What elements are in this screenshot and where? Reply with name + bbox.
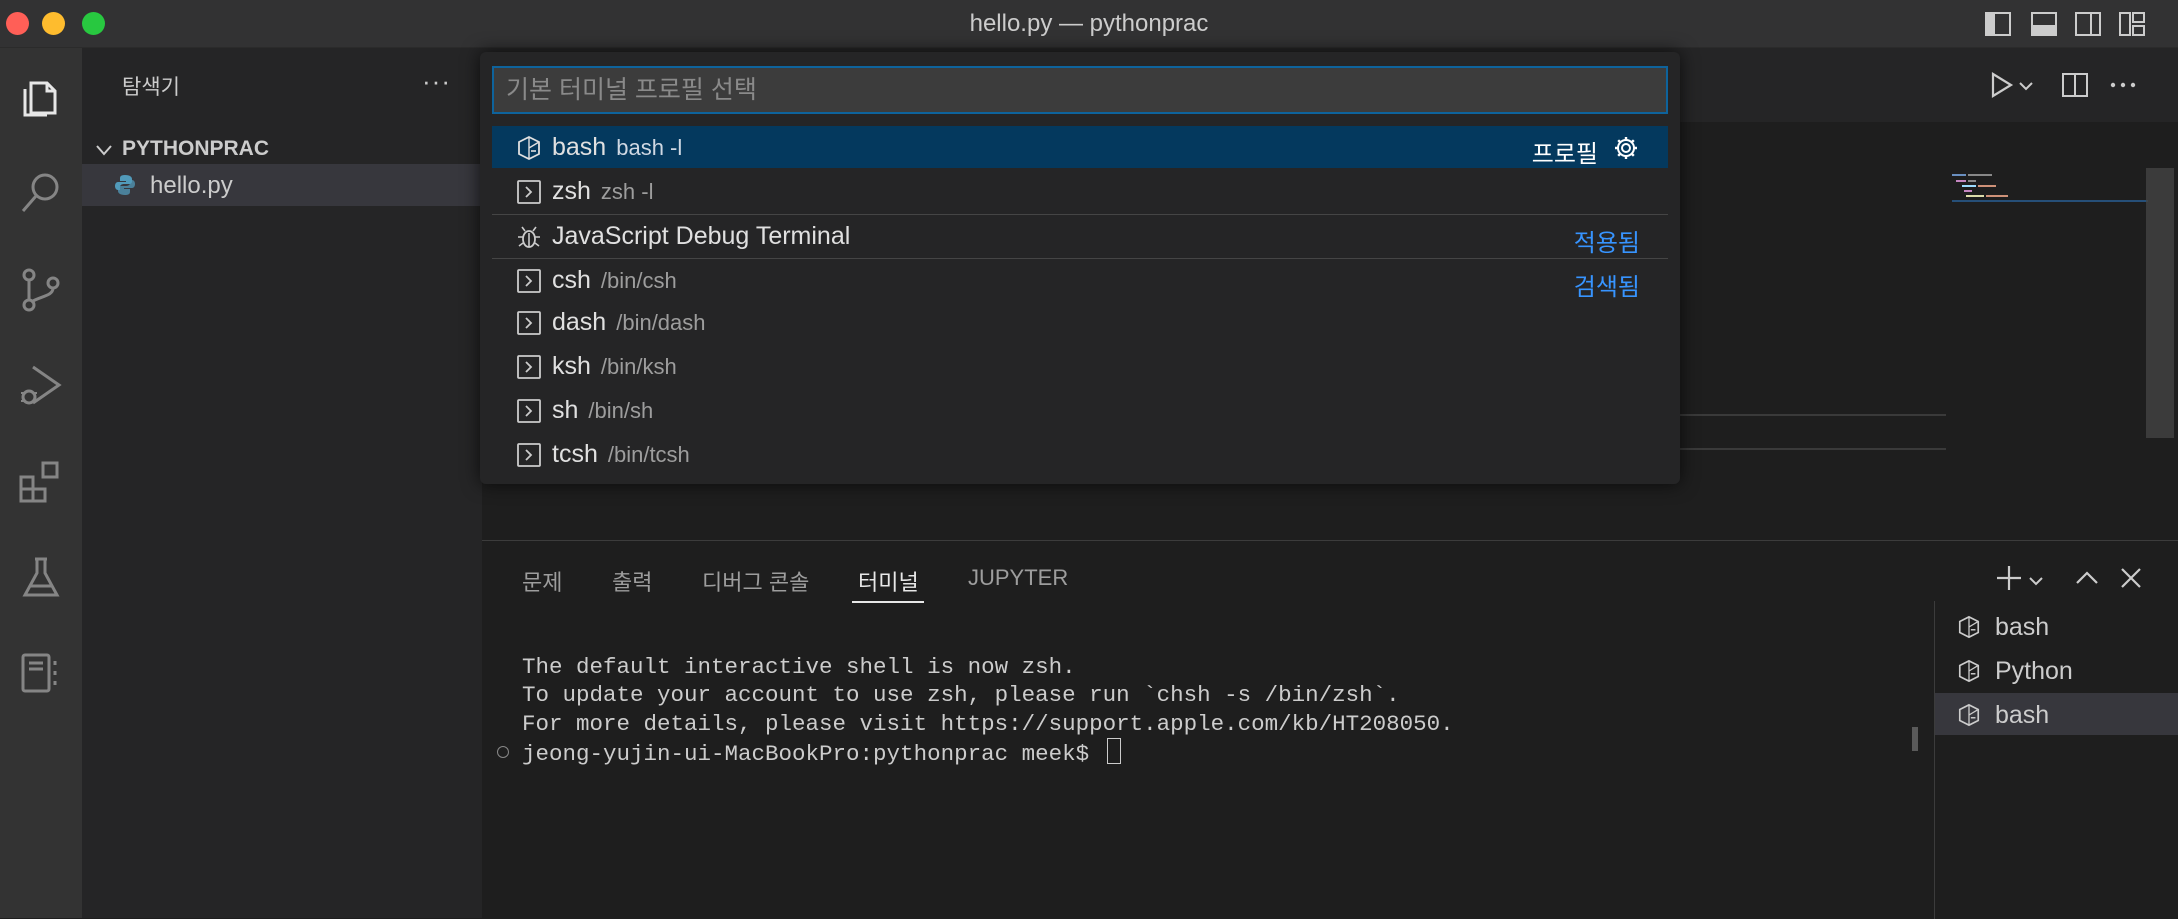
terminal-instance-name: bash xyxy=(1995,613,2050,641)
quick-pick-item-desc: zsh -l xyxy=(600,179,654,204)
minimap[interactable] xyxy=(1952,158,2152,258)
detected-label: 검색됨 xyxy=(1573,274,1640,301)
quick-pick-item-zsh[interactable]: zsh zsh -l xyxy=(492,170,1668,212)
quick-pick-item-name: ksh xyxy=(552,352,591,380)
terminal-line: The default interactive shell is now zsh… xyxy=(522,654,1076,680)
window-title: hello.py — pythonprac xyxy=(969,10,1209,37)
quick-pick-item-ksh[interactable]: ksh/bin/ksh xyxy=(492,345,1668,387)
quick-pick-input[interactable] xyxy=(492,66,1668,114)
explorer-sidebar: 탐색기 ··· PYTHONPRAC hello.py xyxy=(82,48,482,918)
file-name: hello.py xyxy=(150,172,233,199)
applied-label: 적용됨 xyxy=(1573,230,1640,257)
toggle-panel-icon[interactable] xyxy=(2030,10,2058,38)
terminal-instance-bash-active[interactable]: bash xyxy=(1935,693,2178,735)
quick-pick-item-desc: /bin/tcsh xyxy=(607,442,690,467)
terminal-prompt: jeong-yujin-ui-MacBookPro:pythonprac mee… xyxy=(522,741,1103,768)
workspace-folder-header[interactable]: PYTHONPRAC xyxy=(82,130,482,168)
quick-pick-item-name: zsh xyxy=(552,177,591,205)
activity-bar xyxy=(0,48,82,918)
tab-output[interactable]: 출력 xyxy=(612,565,652,597)
terminal-instance-python[interactable]: Python xyxy=(1935,649,2178,691)
gear-icon[interactable] xyxy=(1612,134,1640,162)
terminal-instance-name: bash xyxy=(1995,701,2050,729)
extensions-icon[interactable] xyxy=(8,448,74,514)
terminal-line: To update your account to use zsh, pleas… xyxy=(522,682,1400,709)
terminal-icon xyxy=(516,310,542,336)
quick-pick-item-desc: /bin/dash xyxy=(616,310,706,335)
tab-jupyter[interactable]: JUPYTER xyxy=(968,565,1068,591)
run-options-chevron-icon[interactable] xyxy=(2018,78,2034,94)
debug-bug-icon xyxy=(516,224,542,250)
tab-terminal[interactable]: 터미널 xyxy=(858,565,919,597)
run-python-file-icon[interactable] xyxy=(1984,68,2018,102)
terminal-profile-quick-pick: bash bash -l 프로필 zsh zsh -l JavaScript Deb… xyxy=(480,52,1680,484)
active-tab-indicator xyxy=(852,601,924,603)
bash-terminal-icon xyxy=(1957,615,1981,639)
customize-layout-icon[interactable] xyxy=(2118,10,2146,38)
terminal-prompt-line: jeong-yujin-ui-MacBookPro:pythonprac mee… xyxy=(522,738,1454,768)
search-icon[interactable] xyxy=(8,160,74,226)
sidebar-title: 탐색기 xyxy=(122,76,180,99)
sidebar-more-actions-button[interactable]: ··· xyxy=(422,66,451,97)
tab-debug-console[interactable]: 디버그 콘솔 xyxy=(702,565,809,597)
editor-more-actions-icon[interactable] xyxy=(2106,68,2140,102)
quick-pick-item-sh[interactable]: sh/bin/sh xyxy=(492,389,1668,431)
quick-pick-item-desc: bash -l xyxy=(616,135,683,160)
bottom-panel: 문제 출력 디버그 콘솔 터미널 JUPYTER The default int… xyxy=(482,540,2178,919)
new-terminal-icon[interactable] xyxy=(1994,563,2024,593)
explorer-icon[interactable] xyxy=(8,64,74,130)
terminal-output[interactable]: The default interactive shell is now zsh… xyxy=(522,653,1454,769)
terminal-icon xyxy=(516,398,542,424)
workspace-folder-name: PYTHONPRAC xyxy=(122,137,270,160)
quick-pick-item-desc: /bin/sh xyxy=(588,398,654,423)
terminal-icon xyxy=(516,442,542,468)
terminal-cursor xyxy=(1106,738,1121,765)
quick-pick-item-desc: /bin/csh xyxy=(600,268,677,293)
toggle-secondary-sidebar-icon[interactable] xyxy=(2074,10,2102,38)
split-editor-icon[interactable] xyxy=(2058,68,2092,102)
run-debug-icon[interactable] xyxy=(8,352,74,418)
terminal-icon xyxy=(516,354,542,380)
quick-pick-item-javascript-debug-terminal[interactable]: JavaScript Debug Terminal 적용됨 xyxy=(492,215,1668,257)
quick-pick-item-name: dash xyxy=(552,308,607,336)
bash-terminal-icon xyxy=(1957,703,1981,727)
title-bar: hello.py — pythonprac xyxy=(0,0,2178,48)
editor-scrollbar-thumb[interactable] xyxy=(2146,168,2174,438)
quick-pick-item-csh[interactable]: csh/bin/csh 검색됨 xyxy=(492,259,1668,301)
terminal-tabs-list: bash Python bash xyxy=(1934,601,2178,919)
profile-label: 프로필 xyxy=(1531,141,1598,168)
quick-pick-item-dash[interactable]: dash/bin/dash xyxy=(492,301,1668,343)
jupyter-notebook-icon[interactable] xyxy=(8,640,74,706)
tab-problems[interactable]: 문제 xyxy=(522,565,562,597)
toggle-primary-sidebar-icon[interactable] xyxy=(1984,10,2012,38)
command-decoration-icon[interactable] xyxy=(497,746,509,758)
quick-pick-item-tcsh[interactable]: tcsh/bin/tcsh xyxy=(492,433,1668,475)
testing-icon[interactable] xyxy=(8,544,74,610)
bash-terminal-icon xyxy=(1957,659,1981,683)
file-tree-item[interactable]: hello.py xyxy=(82,164,482,206)
quick-pick-item-desc: /bin/ksh xyxy=(600,354,677,379)
quick-pick-item-name: bash xyxy=(552,133,607,161)
bash-terminal-icon xyxy=(516,135,542,161)
source-control-icon[interactable] xyxy=(8,256,74,322)
terminal-scrollbar[interactable] xyxy=(1912,727,1918,751)
terminal-instance-name: Python xyxy=(1995,657,2073,685)
terminal-instance-bash[interactable]: bash xyxy=(1935,605,2178,647)
quick-pick-item-name: sh xyxy=(552,396,579,424)
maximize-panel-icon[interactable] xyxy=(2072,563,2102,593)
quick-pick-item-name: JavaScript Debug Terminal xyxy=(552,222,851,250)
terminal-icon xyxy=(516,179,542,205)
terminal-icon xyxy=(516,268,542,294)
terminal-line: For more details, please visit https://s… xyxy=(522,710,1454,737)
python-file-icon xyxy=(114,174,136,196)
chevron-down-icon xyxy=(94,140,114,160)
quick-pick-item-name: csh xyxy=(552,266,591,294)
launch-profile-chevron-icon[interactable] xyxy=(2028,573,2044,589)
quick-pick-item-name: tcsh xyxy=(552,440,598,468)
quick-pick-item-bash[interactable]: bash bash -l 프로필 xyxy=(492,126,1668,168)
close-panel-icon[interactable] xyxy=(2116,563,2146,593)
